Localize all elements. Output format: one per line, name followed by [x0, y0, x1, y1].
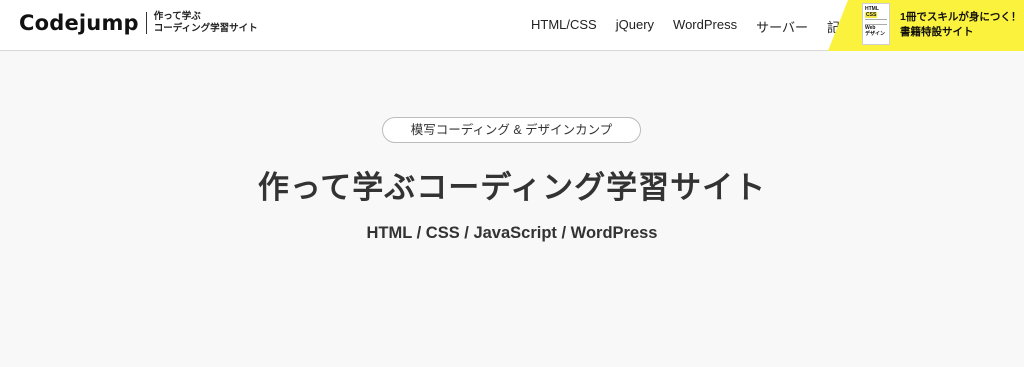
logo-tagline-line2: コーディング学習サイト	[153, 23, 258, 34]
banner-text: 1冊でスキルが身につく！ 書籍特設サイト	[900, 10, 1021, 40]
book-banner[interactable]: HTML CSS Web デザイン 1冊でスキルが身につく！ 書籍特設サイト	[828, 0, 1024, 51]
nav-item-html-css[interactable]: HTML/CSS	[531, 17, 597, 36]
logo-wordmark[interactable]: Codejump	[19, 11, 139, 35]
book-cover-line4: デザイン	[865, 31, 886, 37]
book-cover-image: HTML CSS Web デザイン	[862, 3, 890, 45]
site-header: Codejump 作って学ぶ コーディング学習サイト HTML/CSS jQue…	[0, 0, 1024, 51]
hero-category-pill: 模写コーディング & デザインカンプ	[382, 117, 641, 143]
logo-tagline-line1: 作って学ぶ	[153, 11, 201, 22]
nav-item-wordpress[interactable]: WordPress	[673, 17, 737, 36]
banner-line1: 1冊でスキルが身につく！	[900, 11, 1022, 23]
main-nav: HTML/CSS jQuery WordPress サーバー 記事	[531, 17, 872, 36]
hero-title: 作って学ぶコーディング学習サイト	[257, 170, 767, 205]
logo-tagline: 作って学ぶ コーディング学習サイト	[154, 11, 258, 35]
nav-item-jquery[interactable]: jQuery	[616, 17, 654, 36]
nav-item-server[interactable]: サーバー	[756, 17, 808, 36]
banner-line2: 書籍特設サイト	[900, 26, 974, 38]
book-cover-line2: CSS	[865, 12, 878, 18]
site-logo[interactable]: Codejump 作って学ぶ コーディング学習サイト	[19, 11, 258, 35]
logo-divider	[145, 12, 147, 34]
hero-section: 模写コーディング & デザインカンプ 作って学ぶコーディング学習サイト HTML…	[0, 52, 1024, 367]
hero-subtitle: HTML / CSS / JavaScript / WordPress	[366, 224, 658, 242]
